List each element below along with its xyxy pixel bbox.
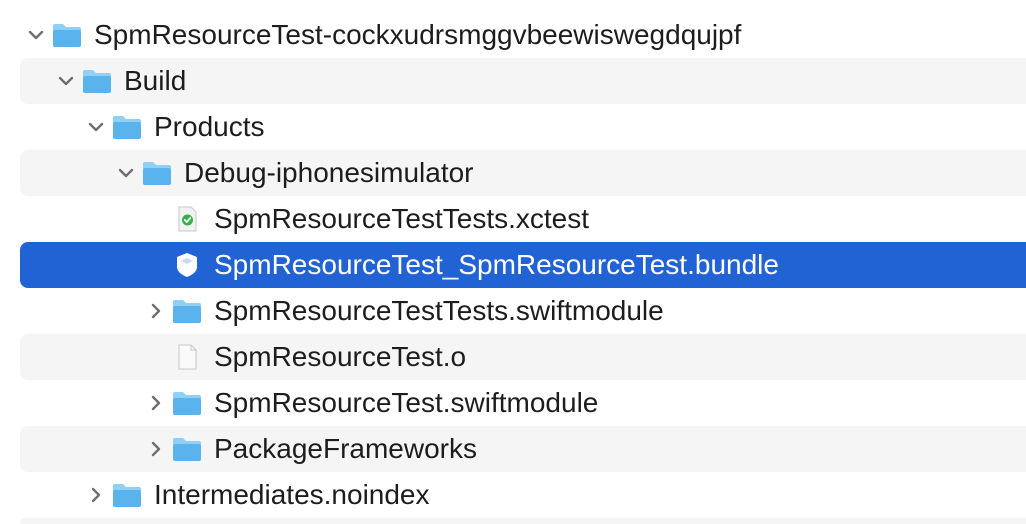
folder-icon — [83, 70, 111, 93]
tree-row-root[interactable]: SpmResourceTest-cockxudrsmggvbeewiswegdq… — [0, 12, 1026, 58]
tree-row-build[interactable]: Build — [20, 58, 1026, 104]
chevron-down-icon[interactable] — [56, 71, 76, 91]
document-icon — [178, 344, 197, 370]
tree-row-products[interactable]: Products — [20, 104, 1026, 150]
tree-row-label: Intermediates.noindex — [154, 479, 430, 510]
folder-icon — [53, 24, 81, 47]
tree-row-label: Build — [124, 65, 187, 96]
bundle-icon — [177, 253, 197, 277]
tree-row-label: SpmResourceTest.o — [214, 341, 467, 372]
chevron-right-icon[interactable] — [146, 439, 166, 459]
tree-row-package-frameworks[interactable]: PackageFrameworks — [20, 426, 1026, 472]
tree-row-label: SpmResourceTest-cockxudrsmggvbeewiswegdq… — [94, 19, 742, 50]
tree-row-label: Debug-iphonesimulator — [184, 157, 474, 188]
tree-row-intermediates[interactable]: Intermediates.noindex — [20, 472, 1026, 518]
chevron-right-icon[interactable] — [86, 485, 106, 505]
chevron-right-icon[interactable] — [146, 301, 166, 321]
tree-row-tests-swiftmodule[interactable]: SpmResourceTestTests.swiftmodule — [20, 288, 1026, 334]
tree-row-label: SpmResourceTestTests.swiftmodule — [214, 295, 664, 326]
folder-icon — [113, 484, 141, 507]
folder-icon — [173, 438, 201, 461]
tree-row-xctest[interactable]: SpmResourceTestTests.xctest — [20, 196, 1026, 242]
tree-row-object-file[interactable]: SpmResourceTest.o — [20, 334, 1026, 380]
tree-row-label: SpmResourceTest.swiftmodule — [214, 387, 599, 418]
chevron-down-icon[interactable] — [26, 25, 46, 45]
tree-row-label: Products — [154, 111, 265, 142]
folder-icon — [173, 300, 201, 323]
file-tree: SpmResourceTest-cockxudrsmggvbeewiswegdq… — [0, 0, 1026, 524]
folder-icon — [173, 392, 201, 415]
tree-row-label: SpmResourceTest_SpmResourceTest.bundle — [214, 249, 779, 280]
tree-row-label: SpmResourceTestTests.xctest — [214, 203, 590, 234]
tree-row-swiftmodule[interactable]: SpmResourceTest.swiftmodule — [20, 380, 1026, 426]
tree-row-label: PackageFrameworks — [214, 433, 477, 464]
folder-icon — [113, 116, 141, 139]
chevron-down-icon[interactable] — [86, 117, 106, 137]
chevron-down-icon[interactable] — [116, 163, 136, 183]
xctest-file-icon — [178, 206, 197, 232]
tree-row-bundle[interactable]: SpmResourceTest_SpmResourceTest.bundle — [20, 242, 1026, 288]
tree-row-partial — [20, 518, 1026, 524]
folder-icon — [143, 162, 171, 185]
chevron-right-icon[interactable] — [146, 393, 166, 413]
tree-row-debug-iphonesimulator[interactable]: Debug-iphonesimulator — [20, 150, 1026, 196]
